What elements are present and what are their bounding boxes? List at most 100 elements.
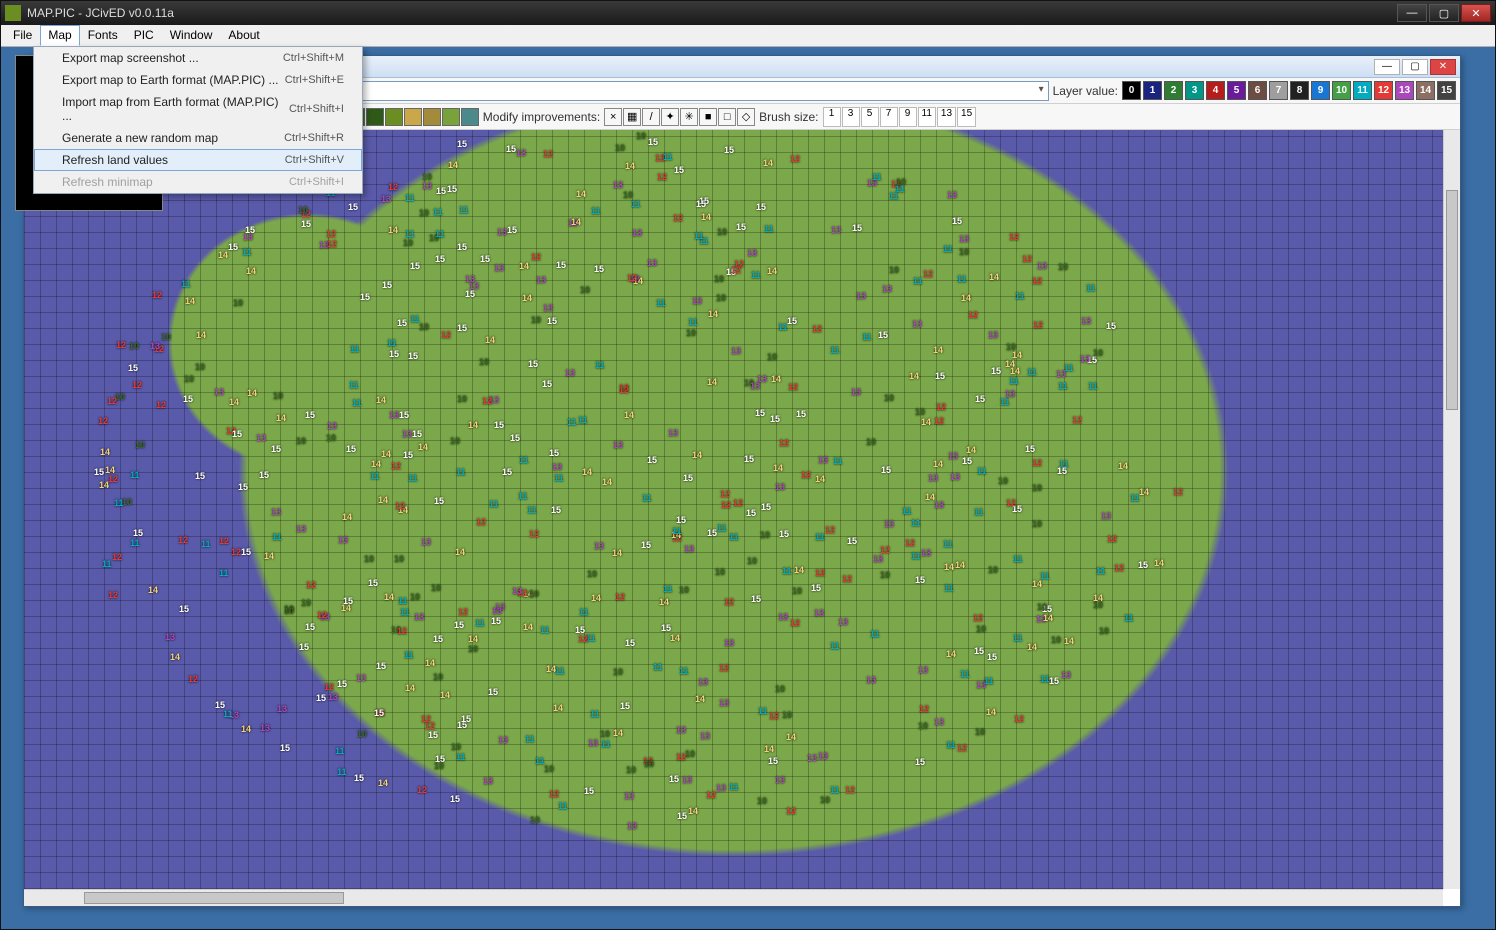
tile-value: 12 — [152, 290, 162, 300]
brush-15[interactable]: 15 — [957, 107, 976, 127]
tile-value: 14 — [921, 417, 931, 427]
tile-value: 14 — [405, 683, 415, 693]
tile-value: 10 — [896, 177, 906, 187]
improvement-6[interactable]: □ — [718, 108, 736, 126]
map-window-maximize[interactable]: ▢ — [1402, 59, 1428, 75]
menu-map[interactable]: Map — [40, 25, 79, 46]
layer-value-11[interactable]: 11 — [1353, 81, 1372, 100]
menu-pic[interactable]: PIC — [126, 25, 162, 46]
menu-item-shortcut: Ctrl+Shift+V — [285, 154, 344, 166]
tile-value: 12 — [720, 489, 730, 499]
tile-value: 12 — [395, 501, 405, 511]
layer-value-4[interactable]: 4 — [1206, 81, 1225, 100]
tile-value: 13 — [277, 704, 287, 714]
layer-value-8[interactable]: 8 — [1290, 81, 1309, 100]
tile-value: 15 — [991, 366, 1001, 376]
menu-item-export-map-to-earth-format-map-pic[interactable]: Export map to Earth format (MAP.PIC) ...… — [34, 69, 362, 91]
tile-value: 13 — [856, 291, 866, 301]
tile-value: 15 — [768, 756, 778, 766]
menu-item-import-map-from-earth-format-map-pic[interactable]: Import map from Earth format (MAP.PIC) .… — [34, 91, 362, 127]
layer-value-1[interactable]: 1 — [1143, 81, 1162, 100]
menubar[interactable]: FileMapFontsPICWindowAbout — [1, 25, 1495, 47]
layer-value-15[interactable]: 15 — [1437, 81, 1456, 100]
hscroll-thumb[interactable] — [84, 892, 344, 904]
menu-window[interactable]: Window — [162, 25, 221, 46]
layer-value-9[interactable]: 9 — [1311, 81, 1330, 100]
minimize-button[interactable]: — — [1397, 4, 1427, 22]
improvement-2[interactable]: / — [642, 108, 660, 126]
tile-value: 13 — [552, 462, 562, 472]
improvement-0[interactable]: × — [604, 108, 622, 126]
tile-value: 15 — [647, 455, 657, 465]
tile-value: 15 — [271, 444, 281, 454]
tile-value: 12 — [919, 704, 929, 714]
brush-11[interactable]: 11 — [918, 107, 936, 127]
map-menu-dropdown[interactable]: Export map screenshot ...Ctrl+Shift+MExp… — [33, 46, 363, 194]
layer-value-13[interactable]: 13 — [1395, 81, 1414, 100]
layer-value-6[interactable]: 6 — [1248, 81, 1267, 100]
outer-titlebar[interactable]: MAP.PIC - JCivED v0.0.11a — ▢ ✕ — [1, 1, 1495, 25]
tile-value: 11 — [957, 274, 967, 284]
tile-value: 13 — [613, 180, 623, 190]
menu-item-refresh-land-values[interactable]: Refresh land valuesCtrl+Shift+V — [34, 149, 362, 171]
menu-fonts[interactable]: Fonts — [80, 25, 126, 46]
tile-value: 12 — [769, 711, 779, 721]
layer-value-3[interactable]: 3 — [1185, 81, 1204, 100]
tile-value: 15 — [305, 622, 315, 632]
tile-value: 11 — [130, 538, 140, 548]
tile-value: 15 — [337, 679, 347, 689]
tile-value: 12 — [391, 461, 401, 471]
tile-value: 10 — [1093, 348, 1103, 358]
terrain-swatch-8[interactable] — [404, 108, 422, 126]
menu-item-export-map-screenshot[interactable]: Export map screenshot ...Ctrl+Shift+M — [34, 47, 362, 69]
layer-value-0[interactable]: 0 — [1122, 81, 1141, 100]
map-canvas[interactable]: 13 11 13 12 14 14 15 14 10 14 12 13 13 11 11 10 11 13 10 11… — [24, 130, 1443, 889]
terrain-swatch-11[interactable] — [461, 108, 479, 126]
tile-value: 13 — [750, 381, 760, 391]
layer-value-12[interactable]: 12 — [1374, 81, 1393, 100]
tile-value: 13 — [613, 440, 623, 450]
improvement-5[interactable]: ■ — [699, 108, 717, 126]
map-window-close[interactable]: ✕ — [1430, 59, 1456, 75]
map-window-minimize[interactable]: — — [1374, 59, 1400, 75]
layer-value-10[interactable]: 10 — [1332, 81, 1351, 100]
terrain-swatch-10[interactable] — [442, 108, 460, 126]
terrain-swatch-9[interactable] — [423, 108, 441, 126]
layer-value-14[interactable]: 14 — [1416, 81, 1435, 100]
brush-7[interactable]: 7 — [880, 107, 898, 127]
brush-1[interactable]: 1 — [823, 107, 841, 127]
layer-value-7[interactable]: 7 — [1269, 81, 1288, 100]
terrain-swatch-7[interactable] — [385, 108, 403, 126]
tile-value: 14 — [246, 266, 256, 276]
tile-value: 13 — [934, 500, 944, 510]
horizontal-scrollbar[interactable] — [24, 889, 1443, 906]
close-button[interactable]: ✕ — [1461, 4, 1491, 22]
layer-value-5[interactable]: 5 — [1227, 81, 1246, 100]
tile-value: 13 — [588, 738, 598, 748]
improvement-7[interactable]: ◇ — [737, 108, 755, 126]
menu-about[interactable]: About — [220, 25, 267, 46]
improvement-1[interactable]: ▦ — [623, 108, 641, 126]
brush-3[interactable]: 3 — [842, 107, 860, 127]
tile-value: 11 — [782, 566, 792, 576]
vertical-scrollbar[interactable] — [1443, 130, 1460, 889]
tile-value: 14 — [925, 492, 935, 502]
menu-file[interactable]: File — [5, 25, 40, 46]
tile-value: 10 — [184, 374, 194, 384]
improvement-3[interactable]: ✦ — [661, 108, 679, 126]
tile-value: 13 — [1101, 511, 1111, 521]
tile-value: 10 — [959, 247, 969, 257]
brush-13[interactable]: 13 — [937, 107, 956, 127]
terrain-swatch-6[interactable] — [366, 108, 384, 126]
improvement-4[interactable]: ✳ — [680, 108, 698, 126]
vscroll-thumb[interactable] — [1446, 190, 1458, 410]
tile-value: 14 — [688, 806, 698, 816]
tile-value: 11 — [631, 199, 641, 209]
maximize-button[interactable]: ▢ — [1429, 4, 1459, 22]
tile-value: 11 — [405, 229, 415, 239]
tile-value: 15 — [480, 254, 490, 264]
layer-value-2[interactable]: 2 — [1164, 81, 1183, 100]
brush-5[interactable]: 5 — [861, 107, 879, 127]
menu-item-generate-a-new-random-map[interactable]: Generate a new random mapCtrl+Shift+R — [34, 127, 362, 149]
brush-9[interactable]: 9 — [899, 107, 917, 127]
